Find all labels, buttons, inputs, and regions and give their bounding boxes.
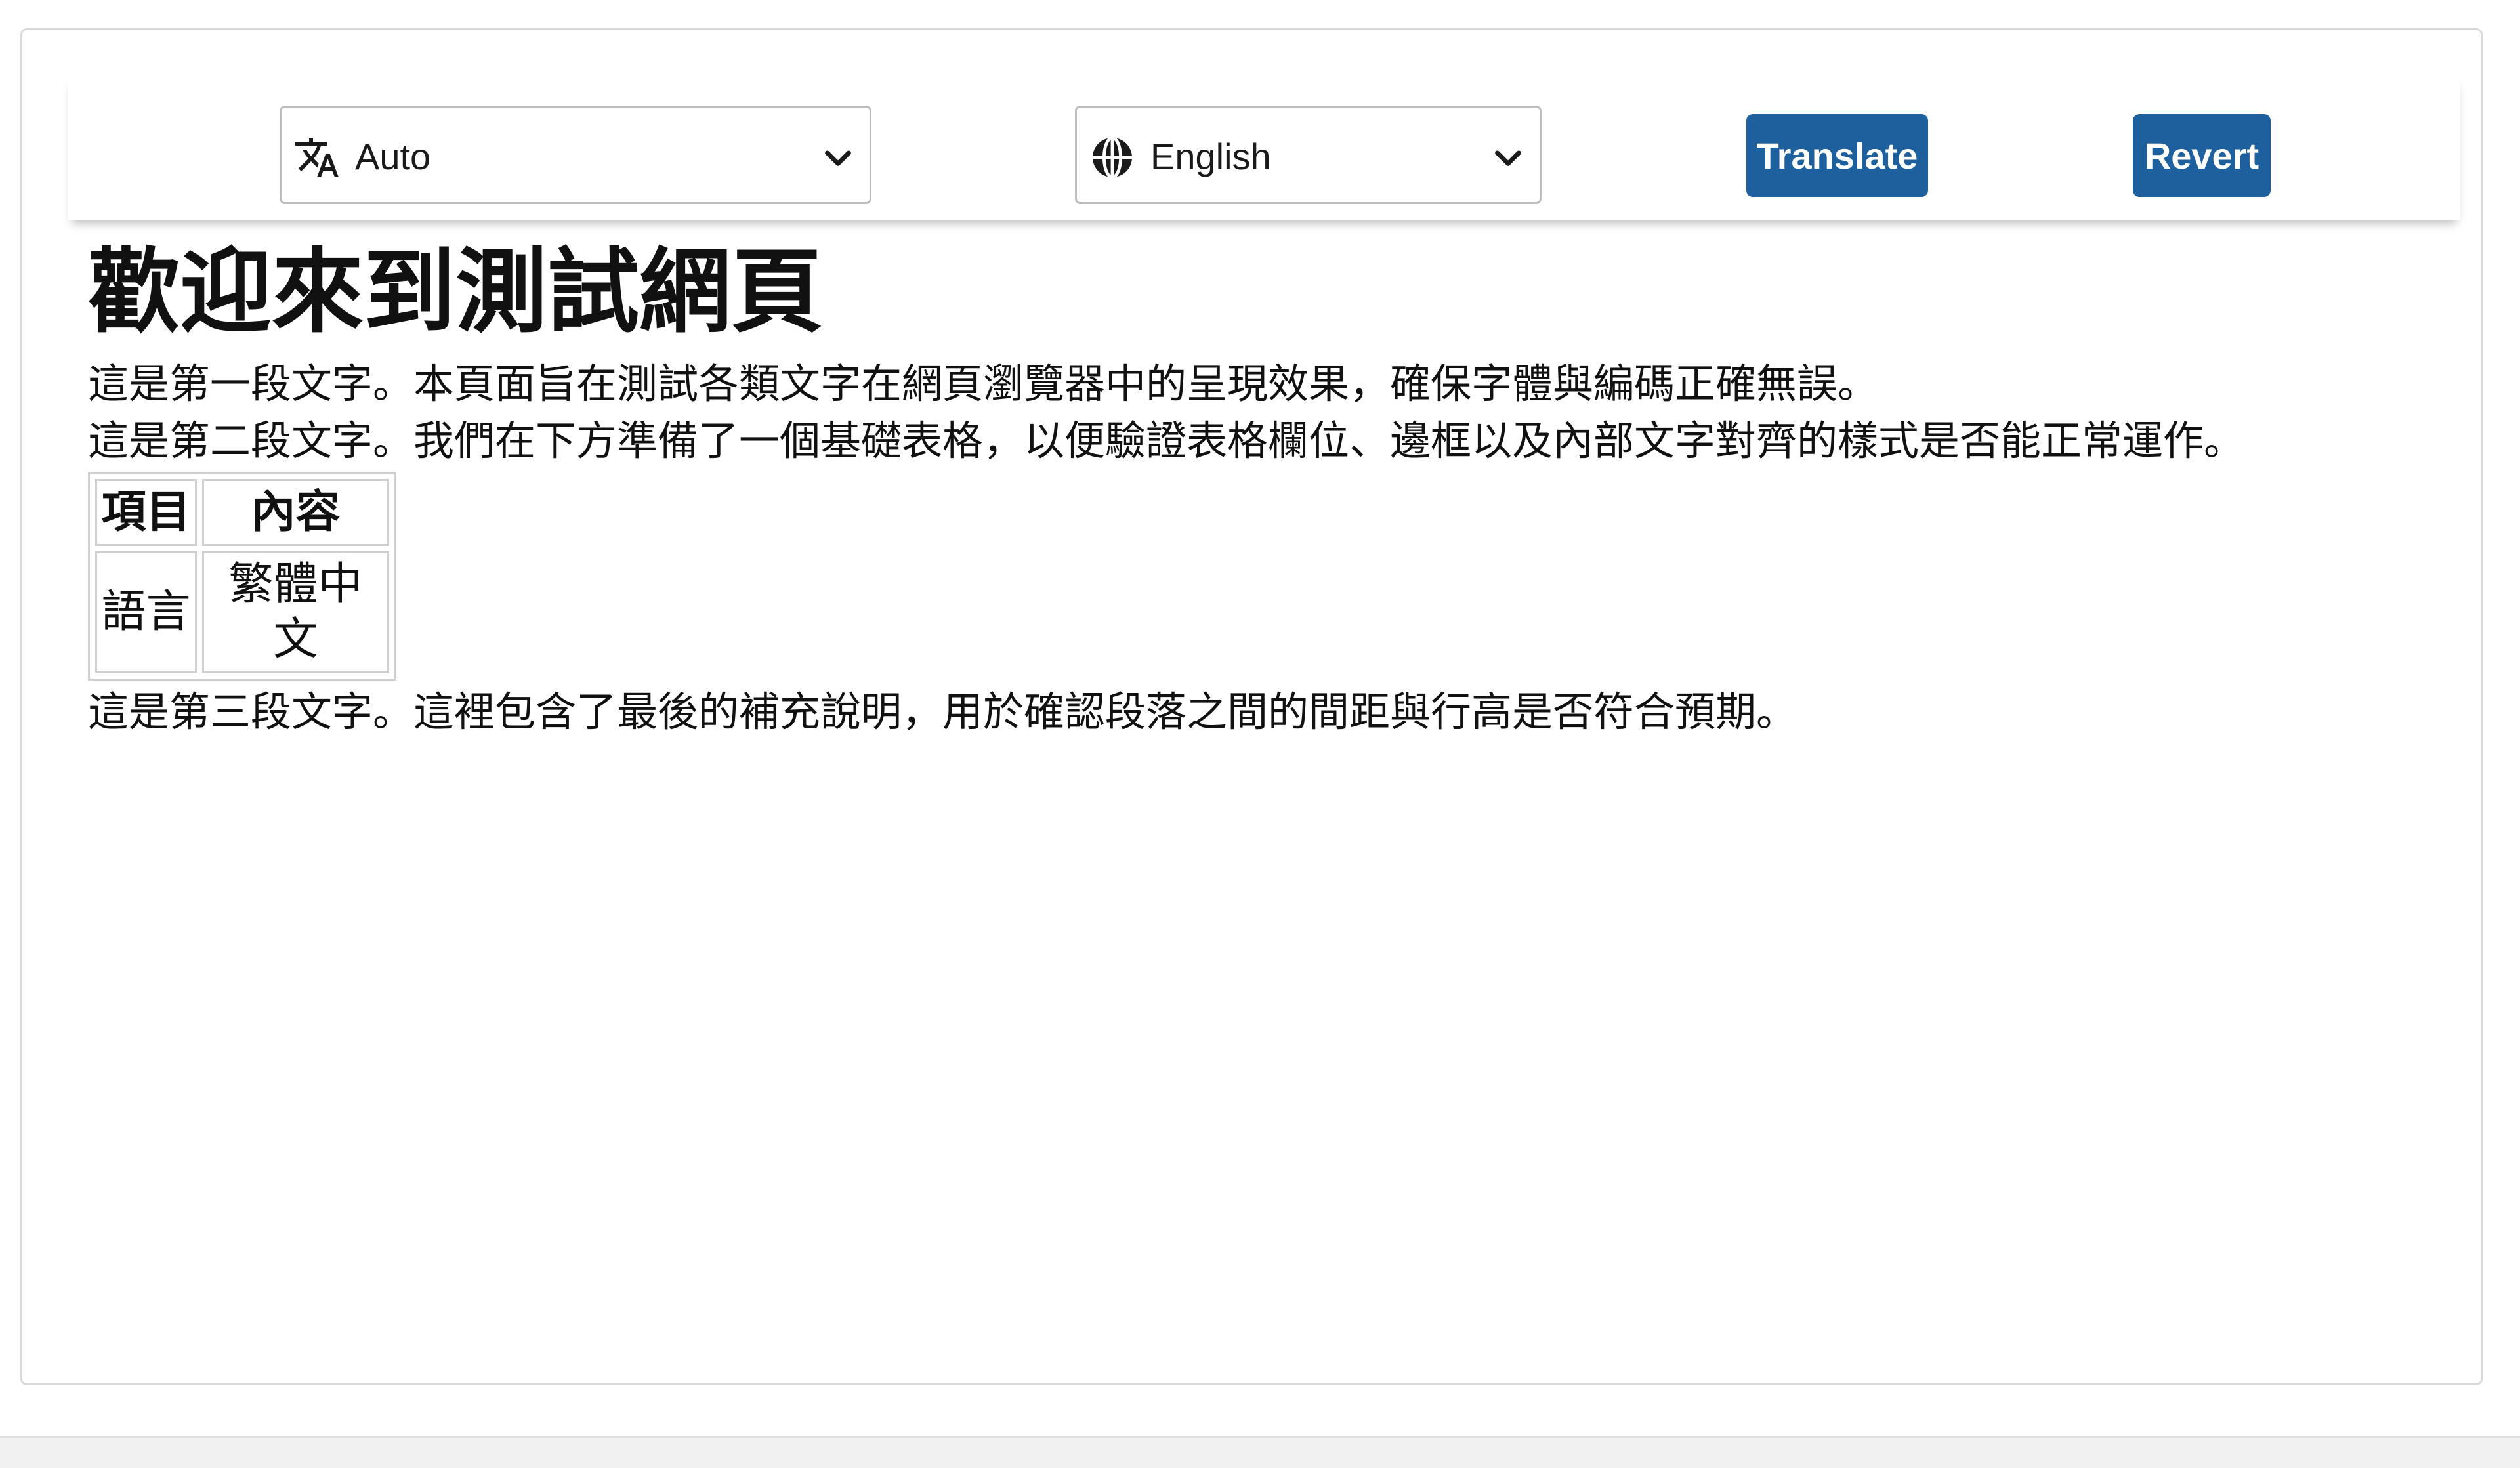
table-row: 語言 繁體中文	[95, 551, 389, 673]
revert-button[interactable]: Revert	[2133, 114, 2271, 197]
source-language-value: Auto	[355, 136, 431, 177]
target-language-select[interactable]: English	[1075, 106, 1542, 204]
table-header-item: 項目	[95, 479, 197, 546]
page-frame: Auto English Translate Revert 歡迎來到測試網頁 這…	[20, 28, 2483, 1385]
table-cell: 繁體中文	[202, 551, 389, 673]
globe-icon	[1089, 134, 1136, 181]
chevron-down-icon	[1490, 139, 1526, 176]
table-header-content: 內容	[202, 479, 389, 546]
source-language-select[interactable]: Auto	[280, 106, 872, 204]
translate-icon	[293, 134, 341, 181]
translation-toolbar: Auto English Translate Revert	[68, 76, 2460, 220]
translate-button[interactable]: Translate	[1746, 114, 1928, 197]
info-table: 項目 內容 語言 繁體中文	[88, 472, 396, 681]
paragraph-2: 這是第二段文字。我們在下方準備了一個基礎表格，以便驗證表格欄位、邊框以及內部文字…	[88, 417, 2245, 465]
page-title: 歡迎來到測試網頁	[88, 239, 824, 346]
chevron-down-icon	[820, 139, 856, 176]
table-header-row: 項目 內容	[95, 479, 389, 546]
page-content: 歡迎來到測試網頁 這是第一段文字。本頁面旨在測試各類文字在網頁瀏覽器中的呈現效果…	[88, 227, 2464, 740]
target-language-value: English	[1150, 136, 1271, 177]
paragraph-3: 這是第三段文字。這裡包含了最後的補充說明，用於確認段落之間的間距與行高是否符合預…	[88, 688, 1797, 736]
bottom-bar	[0, 1436, 2520, 1468]
paragraph-1: 這是第一段文字。本頁面旨在測試各類文字在網頁瀏覽器中的呈現效果，確保字體與編碼正…	[88, 360, 1879, 408]
table-cell: 語言	[95, 551, 197, 673]
